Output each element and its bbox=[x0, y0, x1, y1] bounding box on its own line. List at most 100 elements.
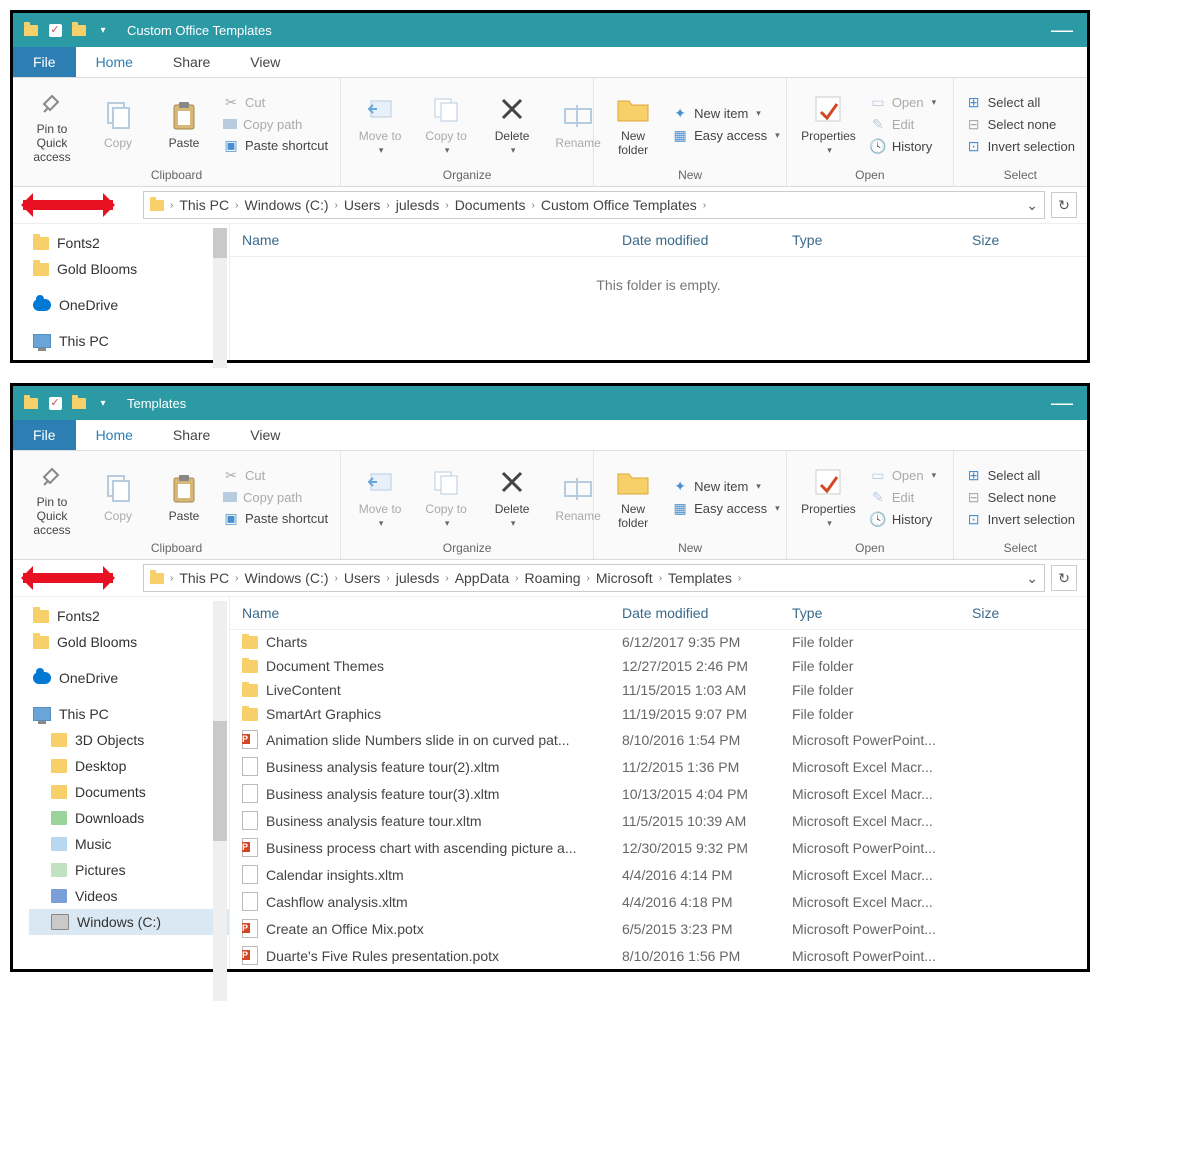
edit-button[interactable]: ✎Edit bbox=[870, 116, 936, 132]
copy-button[interactable]: Copy bbox=[85, 455, 151, 539]
properties-button[interactable]: Properties▾ bbox=[793, 82, 864, 166]
breadcrumb-item[interactable]: Users bbox=[344, 570, 381, 586]
minimize-button[interactable]: — bbox=[1051, 390, 1073, 416]
move-to-button[interactable]: Move to▾ bbox=[347, 82, 413, 166]
breadcrumb-item[interactable]: Roaming bbox=[525, 570, 581, 586]
nav-item[interactable]: Pictures bbox=[29, 857, 229, 883]
chevron-down-icon[interactable]: ⌄ bbox=[1026, 570, 1038, 587]
nav-item[interactable]: Gold Blooms bbox=[29, 629, 229, 655]
breadcrumb-item[interactable]: This PC bbox=[179, 197, 229, 213]
pin-quick-access-button[interactable]: Pin to Quick access bbox=[19, 82, 85, 166]
chevron-right-icon[interactable]: › bbox=[235, 200, 238, 211]
easy-access-button[interactable]: ▦Easy access▾ bbox=[672, 500, 780, 516]
file-row[interactable]: Document Themes 12/27/2015 2:46 PM File … bbox=[230, 654, 1087, 678]
tab-file[interactable]: File bbox=[13, 420, 76, 450]
paste-shortcut-button[interactable]: ▣Paste shortcut bbox=[223, 138, 328, 154]
tab-share[interactable]: Share bbox=[153, 420, 230, 450]
new-folder-button[interactable]: New folder bbox=[600, 455, 666, 539]
nav-item[interactable]: This PC bbox=[29, 328, 229, 354]
breadcrumb-item[interactable]: Documents bbox=[455, 197, 526, 213]
chevron-right-icon[interactable]: › bbox=[659, 573, 662, 584]
nav-item[interactable]: Videos bbox=[29, 883, 229, 909]
paste-button[interactable]: Paste bbox=[151, 82, 217, 166]
col-name[interactable]: Name bbox=[242, 605, 622, 621]
col-date[interactable]: Date modified bbox=[622, 605, 792, 621]
select-none-button[interactable]: ⊟Select none bbox=[966, 116, 1075, 132]
chevron-right-icon[interactable]: › bbox=[703, 200, 706, 211]
file-row[interactable]: Calendar insights.xltm 4/4/2016 4:14 PM … bbox=[230, 861, 1087, 888]
qat-properties-icon[interactable]: ✓ bbox=[47, 22, 63, 38]
file-row[interactable]: Business analysis feature tour(3).xltm 1… bbox=[230, 780, 1087, 807]
select-all-button[interactable]: ⊞Select all bbox=[966, 94, 1075, 110]
tab-home[interactable]: Home bbox=[76, 420, 153, 450]
nav-item[interactable]: This PC bbox=[29, 701, 229, 727]
move-to-button[interactable]: Move to▾ bbox=[347, 455, 413, 539]
tab-view[interactable]: View bbox=[230, 47, 300, 77]
nav-item[interactable]: Fonts2 bbox=[29, 230, 229, 256]
nav-item[interactable]: OneDrive bbox=[29, 665, 229, 691]
chevron-right-icon[interactable]: › bbox=[515, 573, 518, 584]
breadcrumb[interactable]: ›This PC›Windows (C:)›Users›julesds›Docu… bbox=[143, 191, 1045, 219]
chevron-right-icon[interactable]: › bbox=[386, 200, 389, 211]
col-type[interactable]: Type bbox=[792, 605, 972, 621]
scrollbar-thumb[interactable] bbox=[213, 721, 227, 841]
qat-customize-icon[interactable]: ▾ bbox=[95, 22, 111, 38]
tab-file[interactable]: File bbox=[13, 47, 76, 77]
nav-item[interactable]: 3D Objects bbox=[29, 727, 229, 753]
breadcrumb-item[interactable]: Custom Office Templates bbox=[541, 197, 697, 213]
breadcrumb-item[interactable]: Windows (C:) bbox=[244, 197, 328, 213]
titlebar[interactable]: ✓ ▾ Templates — bbox=[13, 386, 1087, 420]
breadcrumb[interactable]: ›This PC›Windows (C:)›Users›julesds›AppD… bbox=[143, 564, 1045, 592]
file-row[interactable]: Animation slide Numbers slide in on curv… bbox=[230, 726, 1087, 753]
scrollbar-thumb[interactable] bbox=[213, 228, 227, 258]
select-all-button[interactable]: ⊞Select all bbox=[966, 467, 1075, 483]
cut-button[interactable]: ✂Cut bbox=[223, 95, 328, 111]
chevron-right-icon[interactable]: › bbox=[445, 200, 448, 211]
chevron-right-icon[interactable]: › bbox=[587, 573, 590, 584]
copy-to-button[interactable]: Copy to▾ bbox=[413, 82, 479, 166]
file-row[interactable]: Business analysis feature tour(2).xltm 1… bbox=[230, 753, 1087, 780]
tab-home[interactable]: Home bbox=[76, 47, 153, 77]
edit-button[interactable]: ✎Edit bbox=[870, 489, 936, 505]
chevron-right-icon[interactable]: › bbox=[445, 573, 448, 584]
nav-item[interactable]: Fonts2 bbox=[29, 603, 229, 629]
cut-button[interactable]: ✂Cut bbox=[223, 468, 328, 484]
nav-item[interactable]: Music bbox=[29, 831, 229, 857]
qat-folder-icon[interactable] bbox=[23, 395, 39, 411]
select-none-button[interactable]: ⊟Select none bbox=[966, 489, 1075, 505]
chevron-right-icon[interactable]: › bbox=[738, 573, 741, 584]
file-row[interactable]: Business process chart with ascending pi… bbox=[230, 834, 1087, 861]
refresh-button[interactable]: ↻ bbox=[1051, 565, 1077, 591]
qat-folder-icon[interactable] bbox=[23, 22, 39, 38]
nav-scrollbar[interactable] bbox=[213, 228, 227, 368]
file-row[interactable]: Cashflow analysis.xltm 4/4/2016 4:18 PM … bbox=[230, 888, 1087, 915]
chevron-right-icon[interactable]: › bbox=[386, 573, 389, 584]
nav-item[interactable]: Desktop bbox=[29, 753, 229, 779]
refresh-button[interactable]: ↻ bbox=[1051, 192, 1077, 218]
invert-selection-button[interactable]: ⊡Invert selection bbox=[966, 511, 1075, 527]
qat-properties-icon[interactable]: ✓ bbox=[47, 395, 63, 411]
qat-newfolder-icon[interactable] bbox=[71, 22, 87, 38]
copy-to-button[interactable]: Copy to▾ bbox=[413, 455, 479, 539]
chevron-right-icon[interactable]: › bbox=[532, 200, 535, 211]
file-row[interactable]: Create an Office Mix.potx 6/5/2015 3:23 … bbox=[230, 915, 1087, 942]
minimize-button[interactable]: — bbox=[1051, 17, 1073, 43]
chevron-right-icon[interactable]: › bbox=[335, 200, 338, 211]
pin-quick-access-button[interactable]: Pin to Quick access bbox=[19, 455, 85, 539]
nav-item[interactable]: Documents bbox=[29, 779, 229, 805]
tab-share[interactable]: Share bbox=[153, 47, 230, 77]
invert-selection-button[interactable]: ⊡Invert selection bbox=[966, 138, 1075, 154]
file-row[interactable]: Business analysis feature tour.xltm 11/5… bbox=[230, 807, 1087, 834]
new-item-button[interactable]: ✦New item▾ bbox=[672, 105, 780, 121]
breadcrumb-item[interactable]: julesds bbox=[396, 570, 440, 586]
breadcrumb-item[interactable]: Templates bbox=[668, 570, 732, 586]
file-row[interactable]: LiveContent 11/15/2015 1:03 AM File fold… bbox=[230, 678, 1087, 702]
breadcrumb-item[interactable]: Microsoft bbox=[596, 570, 653, 586]
copy-button[interactable]: Copy bbox=[85, 82, 151, 166]
breadcrumb-item[interactable]: This PC bbox=[179, 570, 229, 586]
nav-item[interactable]: OneDrive bbox=[29, 292, 229, 318]
delete-button[interactable]: Delete▾ bbox=[479, 82, 545, 166]
col-type[interactable]: Type bbox=[792, 232, 972, 248]
nav-item[interactable]: Gold Blooms bbox=[29, 256, 229, 282]
col-date[interactable]: Date modified bbox=[622, 232, 792, 248]
